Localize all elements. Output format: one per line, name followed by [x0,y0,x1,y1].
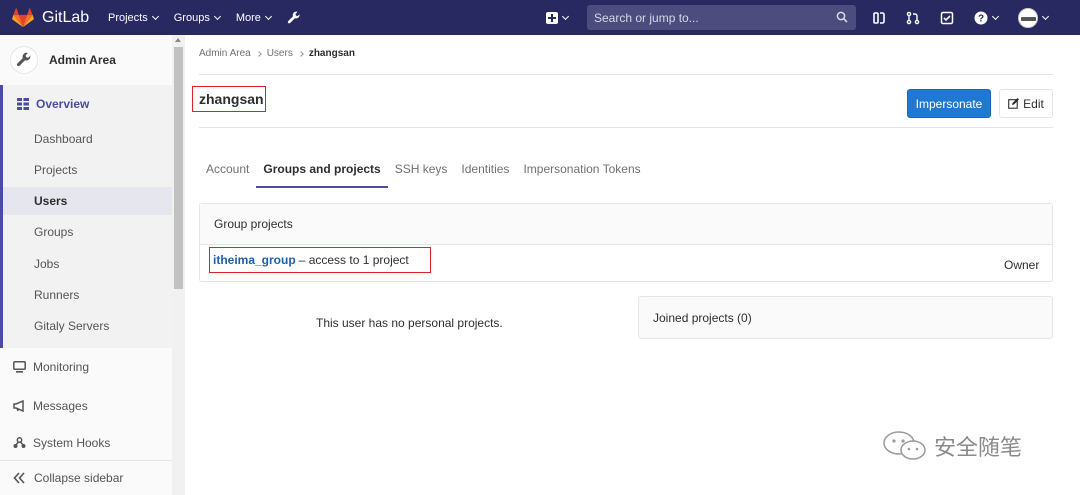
bullhorn-icon [13,400,24,412]
sidebar-item-messages[interactable]: Messages [13,399,88,413]
brand-name: GitLab [42,8,90,26]
monitor-icon [13,361,26,373]
search-icon[interactable] [836,11,848,23]
new-dropdown[interactable] [546,0,570,35]
chevron-down-icon [213,12,221,20]
sidebar-system-hooks-label: System Hooks [33,436,111,450]
wechat-logo-icon [883,431,926,460]
nav-projects-label: Projects [108,11,148,24]
nav-groups-dropdown[interactable]: Groups [173,11,221,24]
tab-impersonation-tokens[interactable]: Impersonation Tokens [516,155,647,188]
tab-groups-and-projects[interactable]: Groups and projects [256,155,388,188]
scrollbar-thumb[interactable] [174,47,183,289]
edit-label: Edit [1023,96,1044,111]
sidebar-item-projects[interactable]: Projects [34,163,77,177]
chevron-right-icon [255,50,262,57]
watermark-text: 安全随笔 [934,436,1023,461]
top-navbar: GitLab Projects Groups More ? [0,0,1080,35]
sidebar-item-dashboard[interactable]: Dashboard [34,132,93,146]
overview-grid-icon [17,98,29,110]
page-title: zhangsan [192,86,266,112]
todo-check-icon[interactable] [940,11,954,25]
help-dropdown[interactable]: ? [974,11,1000,25]
collapse-sidebar-label: Collapse sidebar [34,471,124,485]
nav-menu: Projects Groups More [108,11,301,25]
group-link[interactable]: itheima_group [213,253,296,267]
nav-icon-group: ? [872,0,1050,35]
search-input[interactable] [594,10,824,25]
no-personal-projects-text: This user has no personal projects. [316,316,503,330]
gitlab-home-link[interactable]: GitLab [12,7,98,28]
joined-projects-panel: Joined projects (0) [638,296,1053,339]
user-avatar [1018,7,1038,28]
joined-projects-header: Joined projects (0) [653,310,752,325]
breadcrumb-users[interactable]: Users [267,48,293,59]
chevron-down-icon [991,12,1000,20]
breadcrumb-current[interactable]: zhangsan [309,48,355,59]
user-tabs: Account Groups and projects SSH keys Ide… [199,155,648,188]
gitlab-logo-icon [12,7,34,27]
sidebar-messages-label: Messages [33,399,88,413]
nav-more-dropdown[interactable]: More [235,11,272,24]
sidebar-item-gitaly-servers[interactable]: Gitaly Servers [34,319,109,333]
wrench-icon [16,52,31,67]
svg-text:?: ? [978,13,984,24]
collapse-sidebar-button[interactable]: Collapse sidebar [0,460,172,495]
sidebar-item-system-hooks[interactable]: System Hooks [13,436,110,450]
breadcrumb: Admin Area Users zhangsan [199,48,355,59]
chevron-down-icon [561,12,570,20]
chevron-down-icon [151,12,159,20]
group-access-desc: – access to 1 project [298,253,409,267]
plus-square-icon [546,11,558,24]
breadcrumb-admin-area[interactable]: Admin Area [199,48,251,59]
group-project-row: itheima_group – access to 1 project [209,247,431,273]
sidebar-item-users[interactable]: Users [34,194,67,208]
divider [199,127,1053,128]
admin-area-avatar [10,46,38,74]
chevron-down-icon [1041,12,1050,20]
tab-account[interactable]: Account [199,155,256,188]
sidebar-overview-label: Overview [36,97,90,111]
scroll-up-arrow-icon[interactable] [175,38,181,42]
admin-wrench-icon[interactable] [287,11,301,25]
sidebar-overview-section: Overview Dashboard Projects Users Groups… [0,85,172,348]
sidebar-item-monitoring[interactable]: Monitoring [13,360,89,374]
search-box[interactable] [587,5,856,30]
chevron-right-icon [297,50,304,57]
issues-icon[interactable] [872,11,886,25]
edit-icon [1008,98,1020,109]
nav-groups-label: Groups [173,11,210,24]
sidebar-active-highlight [3,187,172,215]
sidebar-item-jobs[interactable]: Jobs [34,257,59,271]
user-menu-dropdown[interactable] [1018,7,1050,28]
hook-icon [13,437,26,448]
group-role-badge: Owner [1004,258,1040,272]
chevron-down-icon [264,12,272,20]
admin-sidebar: Admin Area Overview Dashboard Projects U… [0,35,185,495]
sidebar-title: Admin Area [49,53,116,67]
group-projects-header: Group projects [200,204,1052,245]
sidebar-item-overview[interactable]: Overview [17,97,89,111]
watermark: 安全随笔 [882,430,1022,462]
tab-identities[interactable]: Identities [454,155,516,188]
divider [199,74,1053,75]
sidebar-item-runners[interactable]: Runners [34,288,79,302]
tab-ssh-keys[interactable]: SSH keys [388,155,455,188]
merge-request-icon[interactable] [906,11,920,25]
nav-projects-dropdown[interactable]: Projects [108,11,159,24]
edit-button[interactable]: Edit [999,89,1053,118]
double-chevron-left-icon [13,472,25,484]
sidebar-scrollbar[interactable] [172,35,185,495]
sidebar-header[interactable]: Admin Area [0,35,184,85]
sidebar-item-groups[interactable]: Groups [34,225,73,239]
nav-more-label: More [235,11,261,24]
impersonate-button[interactable]: Impersonate [907,89,991,118]
question-circle-icon: ? [974,11,988,24]
sidebar-monitoring-label: Monitoring [33,360,90,374]
